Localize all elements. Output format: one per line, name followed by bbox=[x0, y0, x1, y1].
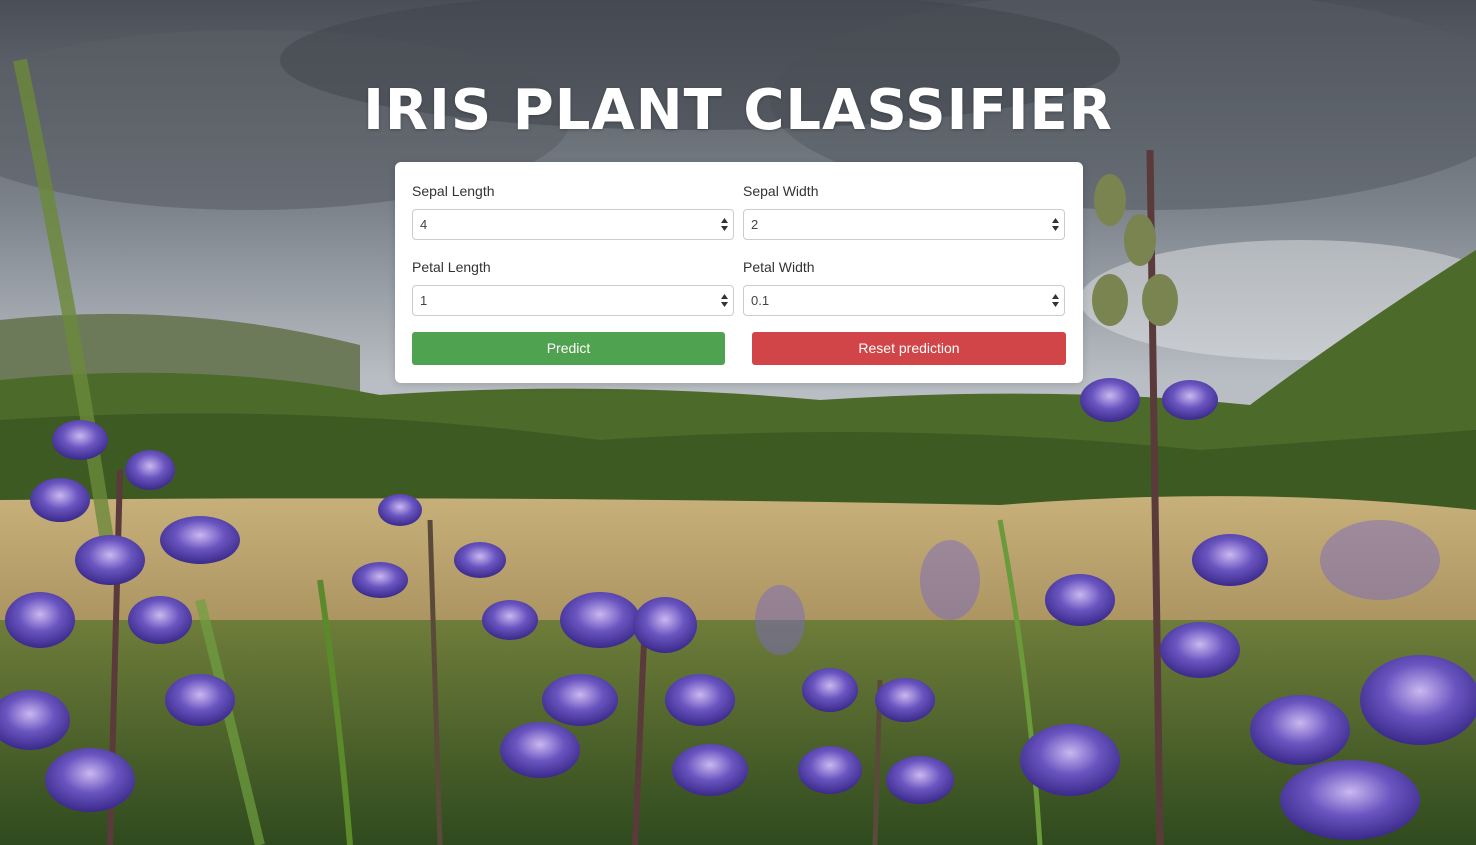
petal-width-select[interactable]: 0.1 bbox=[743, 285, 1065, 316]
sepal-width-field: Sepal Width 2 bbox=[743, 181, 1065, 240]
petal-width-label: Petal Width bbox=[743, 259, 815, 275]
predict-button[interactable]: Predict bbox=[412, 332, 725, 365]
petal-width-field: Petal Width 0.1 bbox=[743, 257, 1065, 316]
petal-width-value: 0.1 bbox=[751, 293, 770, 308]
spinner-arrows-icon bbox=[1052, 294, 1059, 307]
spinner-arrows-icon bbox=[1052, 218, 1059, 231]
sepal-length-value: 4 bbox=[420, 217, 428, 232]
sepal-width-select[interactable]: 2 bbox=[743, 209, 1065, 240]
petal-length-label: Petal Length bbox=[412, 259, 491, 275]
sepal-length-field: Sepal Length 4 bbox=[412, 181, 734, 240]
spinner-arrows-icon bbox=[721, 218, 728, 231]
page-title: IRIS PLANT CLASSIFIER bbox=[363, 78, 1113, 143]
sepal-length-select[interactable]: 4 bbox=[412, 209, 734, 240]
sepal-length-label: Sepal Length bbox=[412, 183, 495, 199]
reset-prediction-button[interactable]: Reset prediction bbox=[752, 332, 1066, 365]
petal-length-select[interactable]: 1 bbox=[412, 285, 734, 316]
spinner-arrows-icon bbox=[721, 294, 728, 307]
sepal-width-value: 2 bbox=[751, 217, 759, 232]
petal-length-field: Petal Length 1 bbox=[412, 257, 734, 316]
petal-length-value: 1 bbox=[420, 293, 428, 308]
prediction-form-card: Sepal Length 4 Sepal Width 2 Petal Lengt… bbox=[395, 162, 1083, 383]
sepal-width-label: Sepal Width bbox=[743, 183, 819, 199]
